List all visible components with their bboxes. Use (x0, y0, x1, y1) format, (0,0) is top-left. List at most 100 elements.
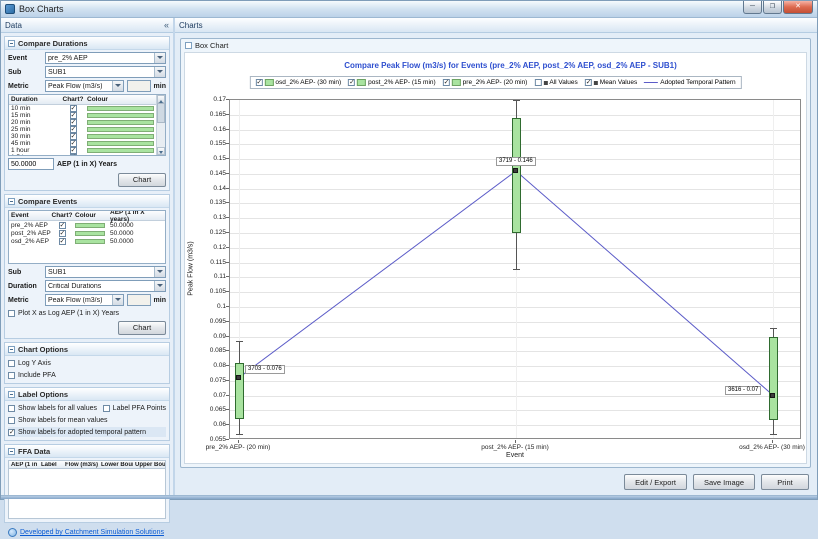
events-sub-select[interactable]: SUB1 (45, 266, 166, 278)
aep-years-input[interactable] (8, 158, 54, 170)
y-tick-mark (226, 306, 229, 307)
compare-events-header[interactable]: Compare Events (5, 195, 169, 208)
charts-panel-title: Charts (179, 20, 203, 30)
duration-colour-swatch[interactable] (87, 120, 154, 125)
close-button[interactable] (783, 1, 813, 14)
event-colour-swatch[interactable] (75, 222, 105, 228)
window-bottom-frame (1, 495, 817, 499)
events-metric-select[interactable]: Peak Flow (m3/s) (45, 294, 124, 306)
sub-select[interactable]: SUB1 (45, 66, 166, 78)
duration-row: 25 min (9, 125, 156, 133)
chart-events-button[interactable]: Chart (118, 320, 166, 335)
chart-options-header[interactable]: Chart Options (5, 343, 169, 356)
charts-panel: Charts Box Chart Compare Peak Flow (m3/s… (175, 18, 817, 495)
adopted-point-marker[interactable] (770, 393, 775, 398)
show-labels-mean-values-checkbox[interactable] (8, 416, 15, 424)
developer-link[interactable]: Developed by Catchment Simulation Soluti… (20, 529, 164, 536)
show-labels-all-values-label: Show labels for all values (18, 404, 97, 412)
show-labels-all-values-checkbox[interactable] (8, 404, 15, 412)
event-row: osd_2% AEP 50.0000 (9, 237, 165, 245)
edit-export-button[interactable]: Edit / Export (624, 474, 687, 490)
events-duration-select[interactable]: Critical Durations (45, 280, 166, 292)
whisker-cap (513, 100, 520, 101)
legend-label: All Values (549, 79, 578, 86)
y-tick-label: 0.055 (209, 436, 226, 443)
event-aep-value: 50.0000 (110, 221, 134, 229)
legend-checkbox[interactable] (534, 79, 542, 86)
duration-chart-checkbox[interactable] (69, 153, 77, 155)
save-image-button[interactable]: Save Image (692, 474, 755, 490)
scroll-up-icon[interactable] (157, 95, 165, 103)
section-title: FFA Data (18, 446, 51, 456)
data-panel-header: Data (1, 18, 173, 33)
duration-colour-swatch[interactable] (87, 134, 154, 139)
column-header-chart: Chart? (51, 212, 73, 219)
scroll-down-icon[interactable] (157, 147, 165, 155)
events-metric-select-value: Peak Flow (m3/s) (48, 296, 103, 304)
y-tick-mark (226, 232, 229, 233)
durations-scrollbar[interactable] (156, 95, 165, 155)
whisker-cap (236, 341, 243, 342)
event-select[interactable]: pre_2% AEP (45, 52, 166, 64)
box-chart-icon (185, 42, 192, 49)
duration-colour-swatch[interactable] (87, 141, 154, 146)
dropdown-arrow-icon (154, 267, 165, 277)
event-colour-swatch[interactable] (75, 230, 105, 236)
box[interactable] (235, 363, 244, 419)
y-tick-label: 0.09 (213, 333, 226, 340)
ffa-data-header[interactable]: FFA Data (5, 445, 169, 458)
duration-colour-swatch[interactable] (87, 113, 154, 118)
compare-durations-header[interactable]: Compare Durations (5, 37, 169, 50)
y-tick-mark (226, 336, 229, 337)
duration-colour-swatch[interactable] (87, 127, 154, 132)
chart-area: Compare Peak Flow (m3/s) for Events (pre… (184, 52, 807, 464)
scrollbar-track[interactable] (157, 123, 165, 147)
window-controls (743, 1, 813, 14)
chart-title: Compare Peak Flow (m3/s) for Events (pre… (344, 61, 677, 70)
legend-swatch-icon (264, 79, 274, 86)
chart-durations-button[interactable]: Chart (118, 172, 166, 187)
print-button[interactable]: Print (761, 474, 809, 490)
label-pfa-points-checkbox[interactable] (102, 404, 110, 412)
duration-colour-swatch[interactable] (87, 148, 154, 153)
maximize-button[interactable] (763, 1, 782, 14)
legend-checkbox[interactable] (255, 78, 263, 86)
metric-select[interactable]: Peak Flow (m3/s) (45, 80, 124, 92)
legend-checkbox[interactable] (442, 78, 450, 86)
metric-duration-input[interactable] (126, 80, 151, 92)
legend-checkbox[interactable] (584, 78, 592, 86)
box-chart-caption: Box Chart (185, 40, 228, 51)
events-sub-select-value: SUB1 (48, 268, 67, 276)
adopted-point-marker[interactable] (513, 168, 518, 173)
show-labels-adopted-pattern-checkbox[interactable] (8, 428, 15, 436)
scrollbar-thumb[interactable] (157, 103, 165, 123)
plot-x-log-label: Plot X as Log AEP (1 in X) Years (18, 309, 120, 317)
log-y-axis-checkbox[interactable] (8, 359, 15, 367)
include-pfa-checkbox[interactable] (8, 371, 15, 379)
event-colour-swatch[interactable] (75, 238, 105, 244)
y-tick-mark (226, 188, 229, 189)
y-tick-label: 0.07 (213, 392, 226, 399)
event-chart-checkbox[interactable] (58, 237, 66, 245)
event-chart-checkbox[interactable] (58, 229, 66, 237)
minimize-button[interactable] (743, 1, 762, 14)
collapse-section-icon (8, 39, 15, 47)
x-tick-mark (515, 440, 516, 443)
metric-label: Metric (8, 82, 29, 90)
adopted-point-marker[interactable] (236, 375, 241, 380)
collapse-section-icon (8, 345, 15, 353)
duration-colour-swatch[interactable] (87, 106, 154, 111)
events-metric-duration-input[interactable] (126, 294, 151, 306)
collapse-section-icon (8, 197, 15, 205)
box[interactable] (769, 337, 778, 420)
box[interactable] (512, 118, 521, 233)
collapse-panel-icon[interactable] (164, 20, 169, 30)
box-chart-group: Box Chart Compare Peak Flow (m3/s) for E… (180, 38, 811, 468)
y-tick-mark (226, 409, 229, 410)
event-chart-checkbox[interactable] (58, 221, 66, 229)
label-options-header[interactable]: Label Options (5, 388, 169, 401)
legend-checkbox[interactable] (348, 78, 356, 86)
plot-x-log-checkbox[interactable] (8, 309, 15, 317)
y-tick-mark (226, 321, 229, 322)
event-colour-cell (73, 238, 107, 244)
